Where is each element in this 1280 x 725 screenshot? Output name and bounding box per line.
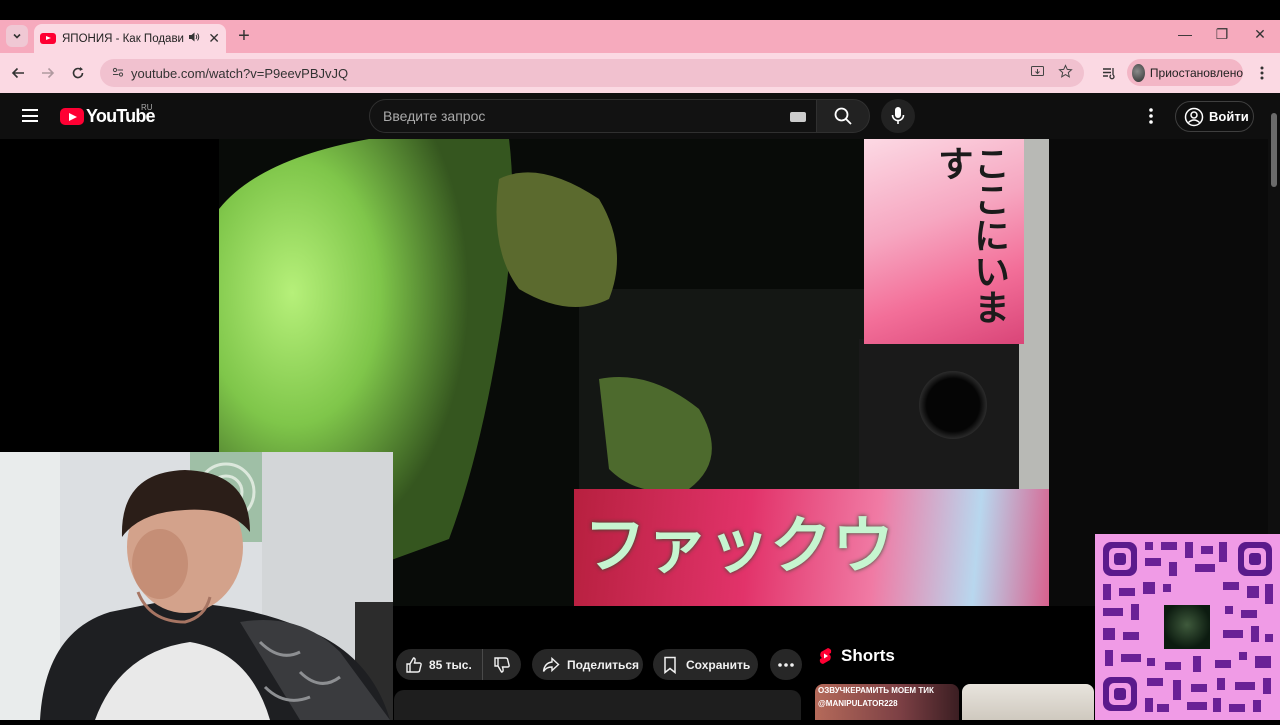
restore-button[interactable]: ❐ — [1207, 26, 1237, 43]
tab-title: ЯПОНИЯ - Как Подавить Н — [62, 32, 184, 45]
new-tab-button[interactable]: + — [234, 26, 254, 46]
search-input[interactable]: Введите запрос — [369, 99, 817, 133]
youtube-header: YouTube RU Введите запрос Войти — [0, 93, 1268, 139]
poster-text: ここにいます — [932, 145, 1009, 325]
thumbs-down-icon — [494, 656, 510, 673]
address-bar[interactable]: youtube.com/watch?v=P9eevPBJvJQ — [100, 59, 1084, 87]
back-button[interactable] — [7, 62, 29, 84]
screen-top-strip — [0, 0, 1280, 20]
short-caption-1: ОЗВУЧКЕРАМИТЬ МОЕМ ТИК — [818, 686, 934, 695]
tab-search-button[interactable] — [6, 25, 28, 47]
search-button[interactable] — [816, 99, 870, 133]
qr-center-logo — [1162, 603, 1212, 651]
more-actions-button[interactable] — [770, 649, 802, 680]
shorts-shelf-header: Shorts — [818, 646, 895, 666]
forward-button[interactable] — [37, 62, 59, 84]
qr-code-overlay — [1095, 534, 1280, 720]
youtube-logo-icon[interactable] — [60, 108, 84, 125]
region-code: RU — [141, 103, 153, 112]
url-text: youtube.com/watch?v=P9eevPBJvJQ — [131, 65, 349, 81]
like-dislike-group: 85 тыс. — [396, 649, 521, 680]
shorts-logo-icon — [819, 648, 832, 664]
save-label: Сохранить — [686, 657, 751, 672]
speaker-graphic — [919, 371, 987, 439]
microphone-icon — [891, 107, 905, 124]
webcam-overlay — [0, 452, 393, 720]
banner-text: ファックウ — [584, 509, 895, 582]
install-app-icon[interactable] — [1030, 64, 1045, 82]
active-tab[interactable]: ЯПОНИЯ - Как Подавить Н ✕ — [34, 24, 226, 53]
short-caption-2: @MANIPULATOR228 — [818, 699, 898, 708]
site-info-icon[interactable] — [108, 66, 128, 81]
short-thumbnail[interactable]: ОЗВУЧКЕРАМИТЬ МОЕМ ТИК @MANIPULATOR228 — [815, 684, 959, 720]
share-icon — [542, 656, 560, 672]
arrow-right-icon — [42, 67, 55, 79]
reading-list-icon[interactable] — [1097, 62, 1119, 84]
short-thumbnail[interactable] — [962, 684, 1094, 720]
youtube-favicon-icon — [40, 33, 56, 44]
chevron-down-icon — [13, 33, 21, 39]
avatar — [1132, 63, 1145, 82]
arrow-left-icon — [11, 67, 24, 79]
minimize-button[interactable]: — — [1170, 26, 1200, 42]
settings-kebab-icon[interactable] — [1143, 106, 1159, 126]
manga-poster: ここにいます — [864, 139, 1024, 344]
browser-toolbar: youtube.com/watch?v=P9eevPBJvJQ Приостан… — [0, 53, 1280, 93]
tab-close-icon[interactable]: ✕ — [208, 30, 220, 47]
dislike-button[interactable] — [483, 649, 521, 680]
reload-button[interactable] — [67, 62, 89, 84]
description-box[interactable] — [394, 690, 801, 720]
reload-icon — [72, 67, 84, 79]
arcade-banner: ファックウ — [574, 489, 1049, 606]
profile-status: Приостановлено — [1149, 65, 1243, 80]
like-count: 85 тыс. — [429, 657, 472, 672]
voice-search-button[interactable] — [881, 99, 915, 133]
bookmark-star-icon[interactable] — [1058, 64, 1073, 82]
tab-strip: ЯПОНИЯ - Как Подавить Н ✕ + — ❐ ✕ — [0, 20, 1280, 53]
guide-menu-icon[interactable] — [22, 109, 38, 122]
search-placeholder: Введите запрос — [383, 108, 486, 124]
shorts-heading: Shorts — [841, 646, 895, 665]
webcam-image — [0, 452, 393, 720]
share-button[interactable]: Поделиться — [532, 649, 643, 680]
close-window-button[interactable]: ✕ — [1245, 26, 1275, 43]
keyboard-icon[interactable] — [790, 112, 806, 122]
search-icon — [834, 107, 852, 125]
sign-in-button[interactable]: Войти — [1175, 101, 1254, 132]
scrollbar-thumb[interactable] — [1271, 113, 1277, 187]
browser-menu-icon[interactable] — [1251, 62, 1273, 84]
sign-in-label: Войти — [1209, 109, 1249, 124]
account-icon — [1184, 107, 1204, 126]
bookmark-icon — [664, 656, 676, 674]
speaker-icon[interactable] — [188, 31, 202, 46]
save-button[interactable]: Сохранить — [653, 649, 758, 680]
more-horizontal-icon — [778, 662, 794, 667]
profile-button[interactable]: Приостановлено — [1127, 59, 1243, 86]
thumbs-up-icon — [406, 656, 422, 673]
share-label: Поделиться — [567, 657, 640, 672]
like-button[interactable]: 85 тыс. — [396, 649, 483, 680]
